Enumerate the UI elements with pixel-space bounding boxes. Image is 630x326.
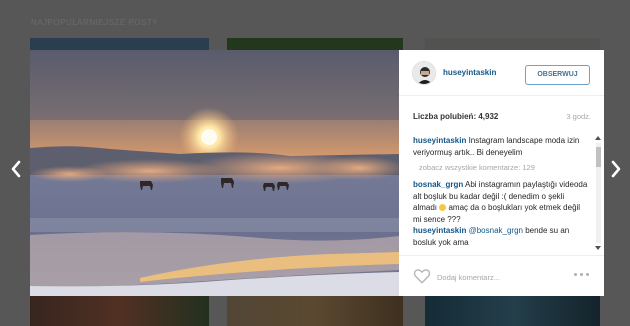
view-all-comments-link[interactable]: zobacz wszystkie komentarze: 129 [419, 163, 535, 172]
list-item: bosnak_grgn Abi instagramın paylaştığı v… [413, 179, 589, 225]
comment-mention[interactable]: @bosnak_grgn [469, 226, 523, 235]
landscape-photo [30, 50, 399, 296]
post-header: huseyintaskin OBSERWUJ [399, 50, 604, 96]
post-photo[interactable] [30, 50, 399, 296]
background-thumbnail[interactable] [227, 38, 403, 50]
comment-bar [399, 255, 604, 296]
post-details-panel: huseyintaskin OBSERWUJ Liczba polubień: … [399, 50, 604, 296]
comments-scrollbar[interactable] [594, 135, 602, 252]
user-avatar-image [413, 62, 435, 84]
scrollbar-thumb[interactable] [596, 147, 601, 167]
comment-username[interactable]: huseyintaskin [413, 226, 466, 235]
more-options-icon [586, 273, 589, 276]
previous-post-button[interactable] [8, 158, 24, 180]
list-item: huseyintaskin @bosnak_grgn bende su an b… [413, 225, 589, 248]
background-thumbnail[interactable] [227, 294, 403, 326]
comment-username[interactable]: huseyintaskin [413, 136, 466, 145]
comments-list[interactable]: huseyintaskin Instagram landscape moda i… [399, 133, 604, 253]
section-title: NAJPOPULARNIEJSZE POSTY [31, 18, 159, 27]
like-button[interactable] [413, 267, 431, 285]
scroll-up-arrow-icon[interactable] [595, 136, 601, 140]
next-post-button[interactable] [608, 158, 624, 180]
background-thumbnail[interactable] [30, 38, 209, 50]
background-thumbnail[interactable] [425, 38, 600, 50]
more-options-icon [574, 273, 577, 276]
comment-username[interactable]: bosnak_grgn [413, 180, 463, 189]
more-options-icon [580, 273, 583, 276]
comment-input[interactable] [437, 270, 547, 284]
heart-icon [413, 269, 431, 284]
more-options-button[interactable] [572, 269, 592, 281]
follow-button[interactable]: OBSERWUJ [525, 65, 590, 85]
background-thumbnail[interactable] [30, 294, 209, 326]
avatar[interactable] [412, 61, 436, 85]
background-thumbnail[interactable] [425, 294, 600, 326]
post-author-username[interactable]: huseyintaskin [443, 68, 496, 77]
post-timestamp[interactable]: 3 godz. [558, 112, 591, 121]
chevron-right-icon [611, 160, 621, 178]
chevron-left-icon [11, 160, 21, 178]
likes-count[interactable]: Liczba polubień: 4,932 [413, 112, 498, 121]
scroll-down-arrow-icon[interactable] [595, 246, 601, 250]
caption: huseyintaskin Instagram landscape moda i… [413, 135, 589, 158]
